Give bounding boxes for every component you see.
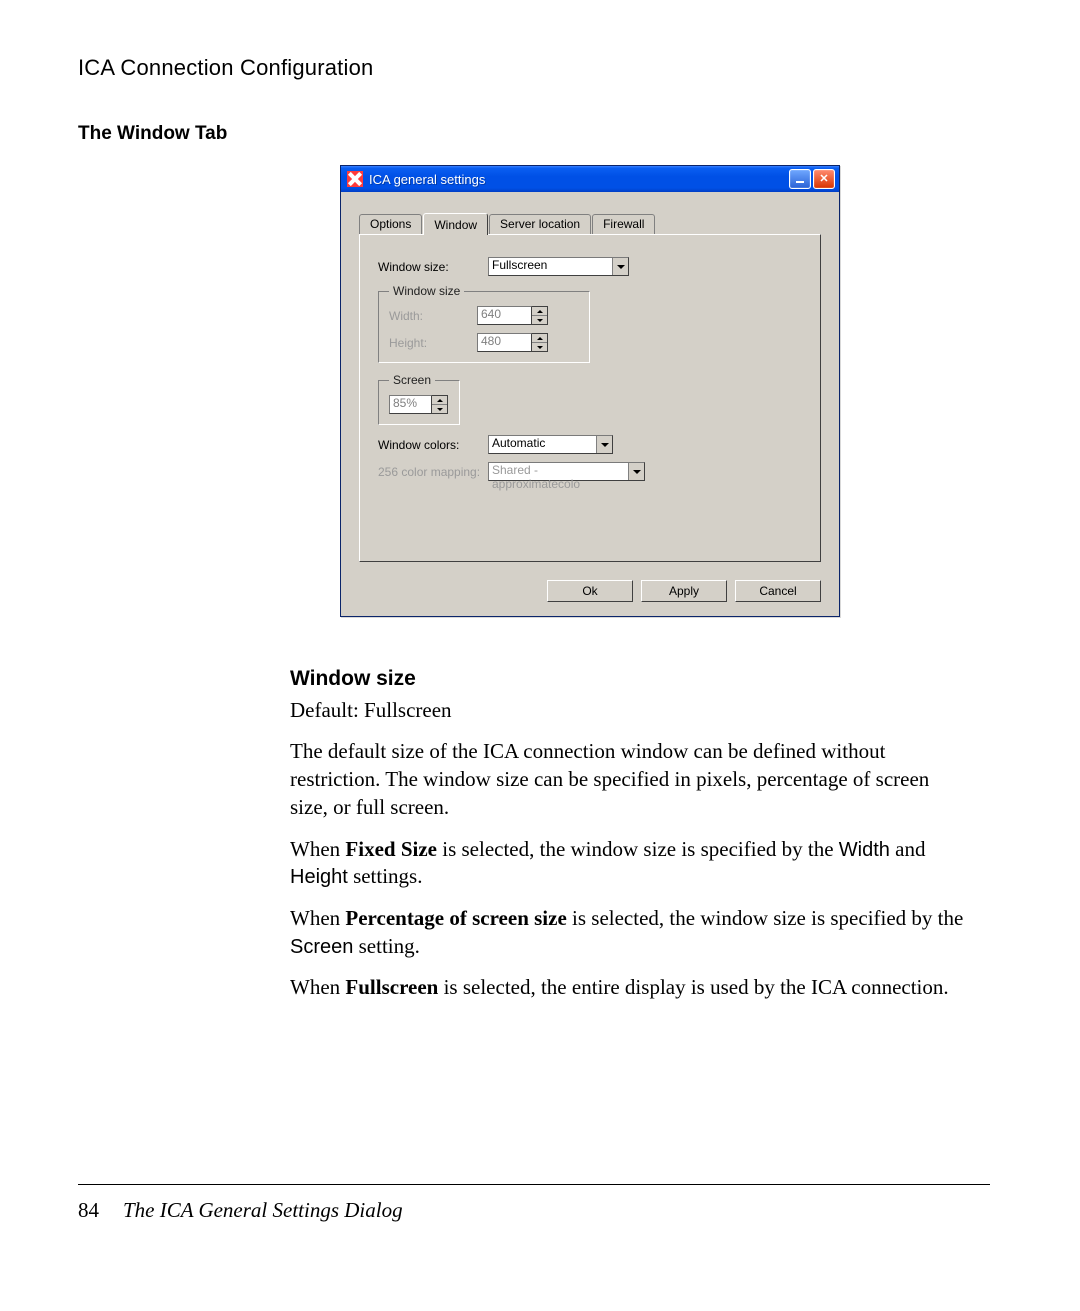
window-colors-select[interactable]: Automatic xyxy=(488,435,613,454)
section-title: The Window Tab xyxy=(78,123,990,145)
chevron-down-icon xyxy=(628,463,644,480)
window-title: ICA general settings xyxy=(369,172,789,187)
spin-up-icon[interactable] xyxy=(532,307,547,316)
chevron-down-icon[interactable] xyxy=(596,436,612,453)
window-colors-label: Window colors: xyxy=(378,438,488,452)
paragraph-3: When Percentage of screen size is select… xyxy=(290,905,970,960)
spin-up-icon[interactable] xyxy=(532,334,547,343)
group-screen: Screen xyxy=(389,373,435,387)
tab-window[interactable]: Window xyxy=(423,213,488,235)
color-mapping-label: 256 color mapping: xyxy=(378,465,488,479)
height-stepper[interactable]: 480 xyxy=(477,333,548,352)
color-mapping-select: Shared - approximatecolo xyxy=(488,462,645,481)
height-label: Height: xyxy=(389,336,477,350)
default-line: Default: Fullscreen xyxy=(290,697,970,725)
paragraph-4: When Fullscreen is selected, the entire … xyxy=(290,974,970,1002)
group-window-size: Window size xyxy=(389,284,464,298)
screen-percent-stepper[interactable]: 85% xyxy=(389,395,449,414)
height-value[interactable]: 480 xyxy=(477,333,532,352)
page-footer: 84 The ICA General Settings Dialog xyxy=(78,1198,403,1223)
ica-general-settings-dialog: ICA general settings Options Window Serv… xyxy=(340,165,840,617)
width-value[interactable]: 640 xyxy=(477,306,532,325)
body-text: Window size Default: Fullscreen The defa… xyxy=(290,665,970,1002)
window-size-select[interactable]: Fullscreen xyxy=(488,257,629,276)
window-size-value: Fullscreen xyxy=(492,258,547,272)
close-button[interactable] xyxy=(813,169,835,189)
tab-pane-window: Window size: Fullscreen Window size Widt… xyxy=(359,234,821,562)
chevron-down-icon[interactable] xyxy=(612,258,628,275)
window-size-label: Window size: xyxy=(378,260,488,274)
paragraph-1: The default size of the ICA connection w… xyxy=(290,738,970,821)
footer-title: The ICA General Settings Dialog xyxy=(123,1198,403,1222)
minimize-button[interactable] xyxy=(789,169,811,189)
spin-up-icon[interactable] xyxy=(432,396,447,405)
app-icon xyxy=(347,171,363,187)
titlebar[interactable]: ICA general settings xyxy=(341,166,839,192)
cancel-button[interactable]: Cancel xyxy=(735,580,821,602)
spin-down-icon[interactable] xyxy=(432,405,447,413)
window-colors-value: Automatic xyxy=(492,436,545,450)
screen-percent-value[interactable]: 85% xyxy=(389,395,432,414)
tab-server-location[interactable]: Server location xyxy=(489,214,591,234)
ok-button[interactable]: Ok xyxy=(547,580,633,602)
tab-bar: Options Window Server location Firewall xyxy=(359,212,821,234)
heading-window-size: Window size xyxy=(290,665,970,693)
color-mapping-value: Shared - approximatecolo xyxy=(492,463,580,491)
paragraph-2: When Fixed Size is selected, the window … xyxy=(290,836,970,891)
width-stepper[interactable]: 640 xyxy=(477,306,548,325)
tab-options[interactable]: Options xyxy=(359,214,422,234)
footer-rule xyxy=(78,1184,990,1185)
apply-button[interactable]: Apply xyxy=(641,580,727,602)
spin-down-icon[interactable] xyxy=(532,316,547,324)
page-number: 84 xyxy=(78,1198,99,1222)
width-label: Width: xyxy=(389,309,477,323)
spin-down-icon[interactable] xyxy=(532,343,547,351)
tab-firewall[interactable]: Firewall xyxy=(592,214,655,234)
running-head: ICA Connection Configuration xyxy=(78,55,990,81)
